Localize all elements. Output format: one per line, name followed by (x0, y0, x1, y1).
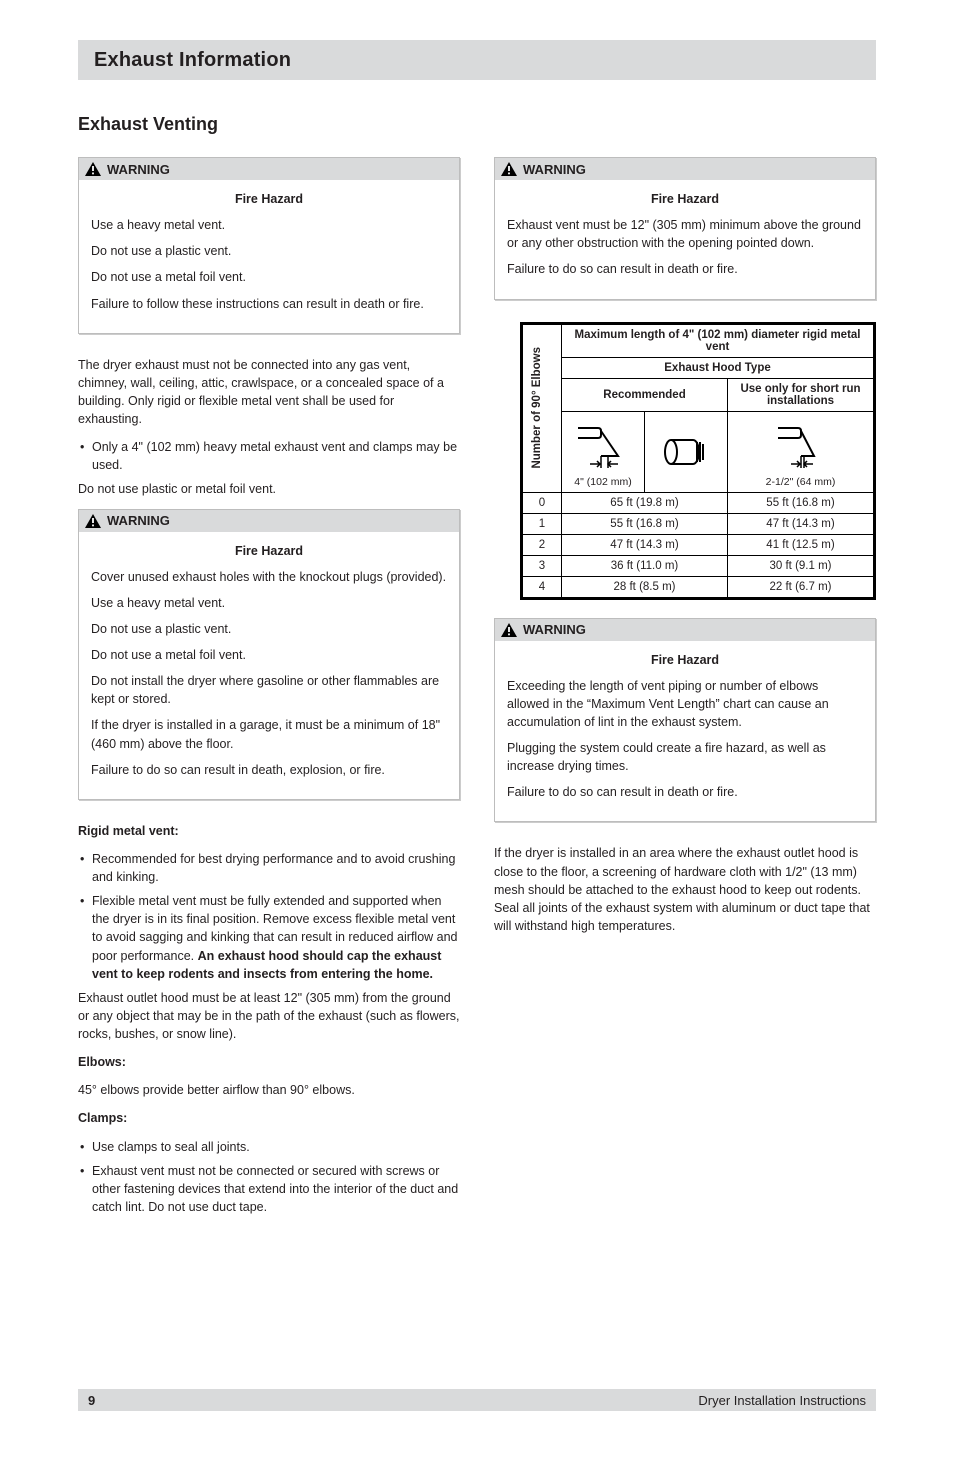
right-column: WARNING Fire Hazard Exhaust vent must be… (494, 157, 876, 1222)
sub-head: Rigid metal vent: (78, 824, 179, 838)
list-item: Recommended for best drying performance … (92, 850, 460, 886)
table-row: 428 ft (8.5 m)22 ft (6.7 m) (523, 576, 874, 597)
table-col-header: Recommended (562, 378, 728, 411)
warning-icon (85, 162, 101, 176)
list-item: Use clamps to seal all joints. (92, 1138, 460, 1156)
warning-box-2: WARNING Fire Hazard Cover unused exhaust… (78, 509, 460, 800)
warning-icon (501, 162, 517, 176)
warning-text: Cover unused exhaust holes with the knoc… (91, 568, 447, 586)
banner-title: Exhaust Information (94, 49, 291, 72)
table-row: 336 ft (11.0 m)30 ft (9.1 m) (523, 555, 874, 576)
hood-diagram (645, 411, 728, 492)
vent-length-table: Number of 90° Elbows Maximum length of 4… (520, 322, 876, 600)
list-item: Only a 4" (102 mm) heavy metal exhaust v… (92, 438, 460, 474)
page-footer: 9 Dryer Installation Instructions (78, 1389, 876, 1411)
list-item: Exhaust vent must not be connected or se… (92, 1162, 460, 1216)
warning-heading: Fire Hazard (651, 653, 719, 667)
body-text: Do not use plastic or metal foil vent. (78, 480, 460, 498)
warning-text: Failure to do so can result in death or … (507, 260, 863, 278)
warning-icon (85, 514, 101, 528)
bullet-list: Recommended for best drying performance … (78, 850, 460, 983)
page-banner: Exhaust Information (78, 40, 876, 80)
warning-box-1: WARNING Fire Hazard Use a heavy metal ve… (78, 157, 460, 334)
page-number: 9 (88, 1393, 95, 1408)
left-column: WARNING Fire Hazard Use a heavy metal ve… (78, 157, 460, 1222)
bullet-list: Use clamps to seal all joints. Exhaust v… (78, 1138, 460, 1217)
warning-text: Exceeding the length of vent piping or n… (507, 677, 863, 731)
hood-diagram: 4" (102 mm) (562, 411, 645, 492)
list-item: Flexible metal vent must be fully extend… (92, 892, 460, 983)
warning-text: Do not use a metal foil vent. (91, 646, 447, 664)
warning-box-4: WARNING Fire Hazard Exceeding the length… (494, 618, 876, 823)
body-text: If the dryer is installed in an area whe… (494, 844, 876, 935)
warning-text: Failure to do so can result in death or … (507, 783, 863, 801)
warning-label: WARNING (107, 162, 170, 177)
warning-label: WARNING (523, 622, 586, 637)
section-heading: Exhaust Venting (78, 114, 876, 135)
table-row: 155 ft (16.8 m)47 ft (14.3 m) (523, 513, 874, 534)
sub-head: Clamps: (78, 1111, 127, 1125)
warning-text: Do not use a plastic vent. (91, 242, 447, 260)
warning-text: Exhaust vent must be 12" (305 mm) minimu… (507, 216, 863, 252)
warning-icon (501, 623, 517, 637)
warning-box-3: WARNING Fire Hazard Exhaust vent must be… (494, 157, 876, 300)
warning-text: Do not install the dryer where gasoline … (91, 672, 447, 708)
hood-caption: 2-1/2" (64 mm) (734, 476, 867, 488)
body-text: The dryer exhaust must not be connected … (78, 356, 460, 429)
warning-text: Failure to do so can result in death, ex… (91, 761, 447, 779)
warning-text: Do not use a plastic vent. (91, 620, 447, 638)
warning-text: Plugging the system could create a fire … (507, 739, 863, 775)
warning-text: Failure to follow these instructions can… (91, 295, 447, 313)
warning-text: If the dryer is installed in a garage, i… (91, 716, 447, 752)
table-row: 247 ft (14.3 m)41 ft (12.5 m) (523, 534, 874, 555)
warning-label: WARNING (107, 513, 170, 528)
sub-head: Elbows: (78, 1055, 126, 1069)
table-col-header: Use only for short run installations (728, 378, 874, 411)
table-subhead: Exhaust Hood Type (562, 357, 874, 378)
table-title: Maximum length of 4" (102 mm) diameter r… (562, 324, 874, 357)
warning-heading: Fire Hazard (235, 544, 303, 558)
warning-label: WARNING (523, 162, 586, 177)
hood-caption: 4" (102 mm) (568, 476, 638, 488)
body-text: Exhaust outlet hood must be at least 12"… (78, 989, 460, 1043)
footer-text: Dryer Installation Instructions (698, 1393, 866, 1408)
warning-text: Use a heavy metal vent. (91, 594, 447, 612)
bullet-list: Only a 4" (102 mm) heavy metal exhaust v… (78, 438, 460, 474)
table-row: 065 ft (19.8 m)55 ft (16.8 m) (523, 492, 874, 513)
body-text: 45° elbows provide better airflow than 9… (78, 1081, 460, 1099)
hood-diagram: 2-1/2" (64 mm) (728, 411, 874, 492)
warning-heading: Fire Hazard (651, 192, 719, 206)
warning-heading: Fire Hazard (235, 192, 303, 206)
warning-text: Do not use a metal foil vent. (91, 268, 447, 286)
table-side-header: Number of 90° Elbows (529, 341, 546, 475)
warning-text: Use a heavy metal vent. (91, 216, 447, 234)
